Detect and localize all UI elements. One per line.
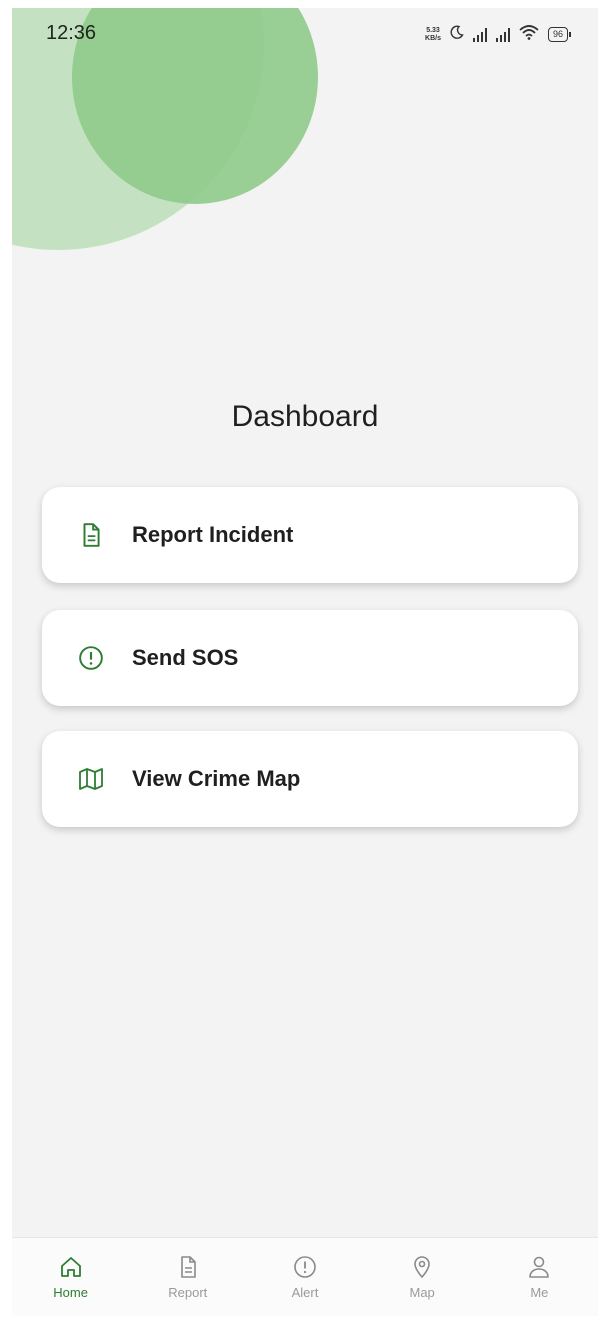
nav-label-alert: Alert <box>291 1284 319 1300</box>
status-icons: 5.33 KB/s 96 <box>425 24 572 45</box>
signal-icon-2 <box>495 27 510 42</box>
nav-label-map: Map <box>409 1284 435 1300</box>
home-icon <box>59 1255 83 1279</box>
battery-icon: 96 <box>547 27 572 42</box>
document-icon <box>176 1255 200 1279</box>
page-title: Dashboard <box>231 400 379 433</box>
network-speed: 5.33 KB/s <box>425 27 441 43</box>
nav-label-report: Report <box>168 1284 208 1300</box>
network-speed-unit: KB/s <box>425 34 441 42</box>
moon-icon <box>450 25 464 44</box>
nav-label-home: Home <box>53 1284 88 1300</box>
location-pin-icon <box>410 1255 434 1279</box>
nav-item-alert[interactable]: Alert <box>260 1255 350 1300</box>
screen: 12:36 5.33 KB/s 96 Dashboard Report Inci… <box>12 8 598 1316</box>
person-icon <box>527 1255 551 1279</box>
network-speed-value: 5.33 <box>426 26 440 34</box>
status-bar: 12:36 5.33 KB/s 96 <box>12 8 598 60</box>
map-icon <box>78 766 104 792</box>
view-crime-map-button[interactable]: View Crime Map <box>42 731 578 827</box>
nav-item-me[interactable]: Me <box>494 1255 584 1300</box>
signal-icon-1 <box>472 27 487 42</box>
report-incident-button[interactable]: Report Incident <box>42 487 578 583</box>
alert-circle-icon <box>293 1255 317 1279</box>
nav-item-map[interactable]: Map <box>377 1255 467 1300</box>
status-time: 12:36 <box>46 22 97 44</box>
alert-circle-icon <box>78 645 104 671</box>
nav-label-me: Me <box>530 1284 549 1300</box>
send-sos-button[interactable]: Send SOS <box>42 610 578 706</box>
document-icon <box>78 522 104 548</box>
report-incident-label: Report Incident <box>132 522 294 547</box>
bottom-navigation: Home Report Alert Map Me <box>12 1237 598 1316</box>
view-crime-map-label: View Crime Map <box>132 766 301 791</box>
nav-item-report[interactable]: Report <box>143 1255 233 1300</box>
nav-item-home[interactable]: Home <box>26 1255 116 1300</box>
send-sos-label: Send SOS <box>132 645 239 670</box>
wifi-icon <box>519 24 539 45</box>
